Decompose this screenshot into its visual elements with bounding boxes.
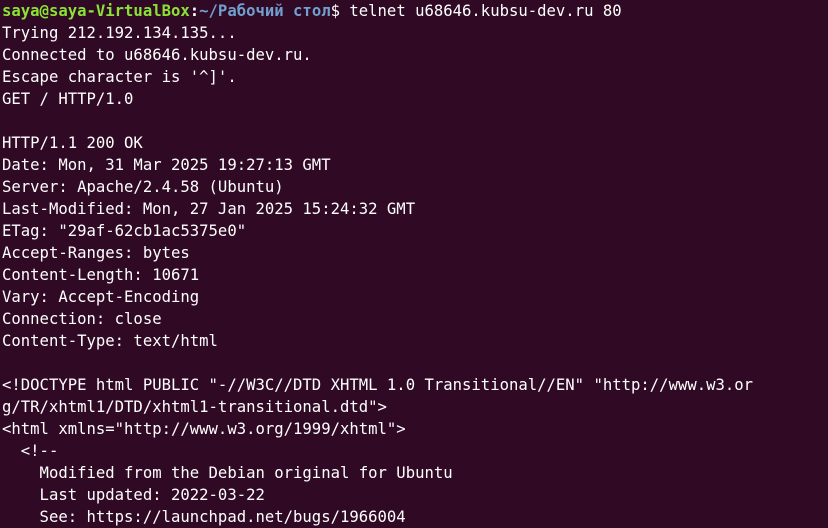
- output-line: Escape character is '^]'.: [2, 68, 237, 86]
- output-line: Connection: close: [2, 310, 162, 328]
- output-line: GET / HTTP/1.0: [2, 90, 134, 108]
- output-line: Trying 212.192.134.135...: [2, 24, 237, 42]
- command-text: telnet u68646.kubsu-dev.ru 80: [339, 2, 622, 20]
- prompt-user-host: saya@saya-VirtualBox: [2, 2, 190, 20]
- output-line: See: https://launchpad.net/bugs/1966004: [2, 508, 406, 526]
- output-line: Connected to u68646.kubsu-dev.ru.: [2, 46, 312, 64]
- output-line: Modified from the Debian original for Ub…: [2, 464, 453, 482]
- output-line: <!--: [2, 442, 59, 460]
- output-line: g/TR/xhtml1/DTD/xhtml1-transitional.dtd"…: [2, 398, 387, 416]
- output-line: Last updated: 2022-03-22: [2, 486, 265, 504]
- output-line: Date: Mon, 31 Mar 2025 19:27:13 GMT: [2, 156, 331, 174]
- output-line: Vary: Accept-Encoding: [2, 288, 200, 306]
- terminal-window[interactable]: saya@saya-VirtualBox:~/Рабочий стол$ tel…: [0, 0, 828, 528]
- output-line: ETag: "29af-62cb1ac5375e0": [2, 222, 247, 240]
- prompt-separator: :: [189, 2, 200, 20]
- output-line: Content-Length: 10671: [2, 266, 200, 284]
- output-line: <html xmlns="http://www.w3.org/1999/xhtm…: [2, 420, 406, 438]
- output-line: Accept-Ranges: bytes: [2, 244, 190, 262]
- prompt-path: ~/Рабочий стол: [199, 2, 331, 20]
- output-line: HTTP/1.1 200 OK: [2, 134, 143, 152]
- output-line: Last-Modified: Mon, 27 Jan 2025 15:24:32…: [2, 200, 416, 218]
- prompt-line: saya@saya-VirtualBox:~/Рабочий стол$ tel…: [2, 0, 828, 22]
- prompt-sign: $: [330, 2, 340, 20]
- output-line: <!DOCTYPE html PUBLIC "-//W3C//DTD XHTML…: [2, 376, 754, 394]
- output-line: Server: Apache/2.4.58 (Ubuntu): [2, 178, 284, 196]
- output-line: Content-Type: text/html: [2, 332, 218, 350]
